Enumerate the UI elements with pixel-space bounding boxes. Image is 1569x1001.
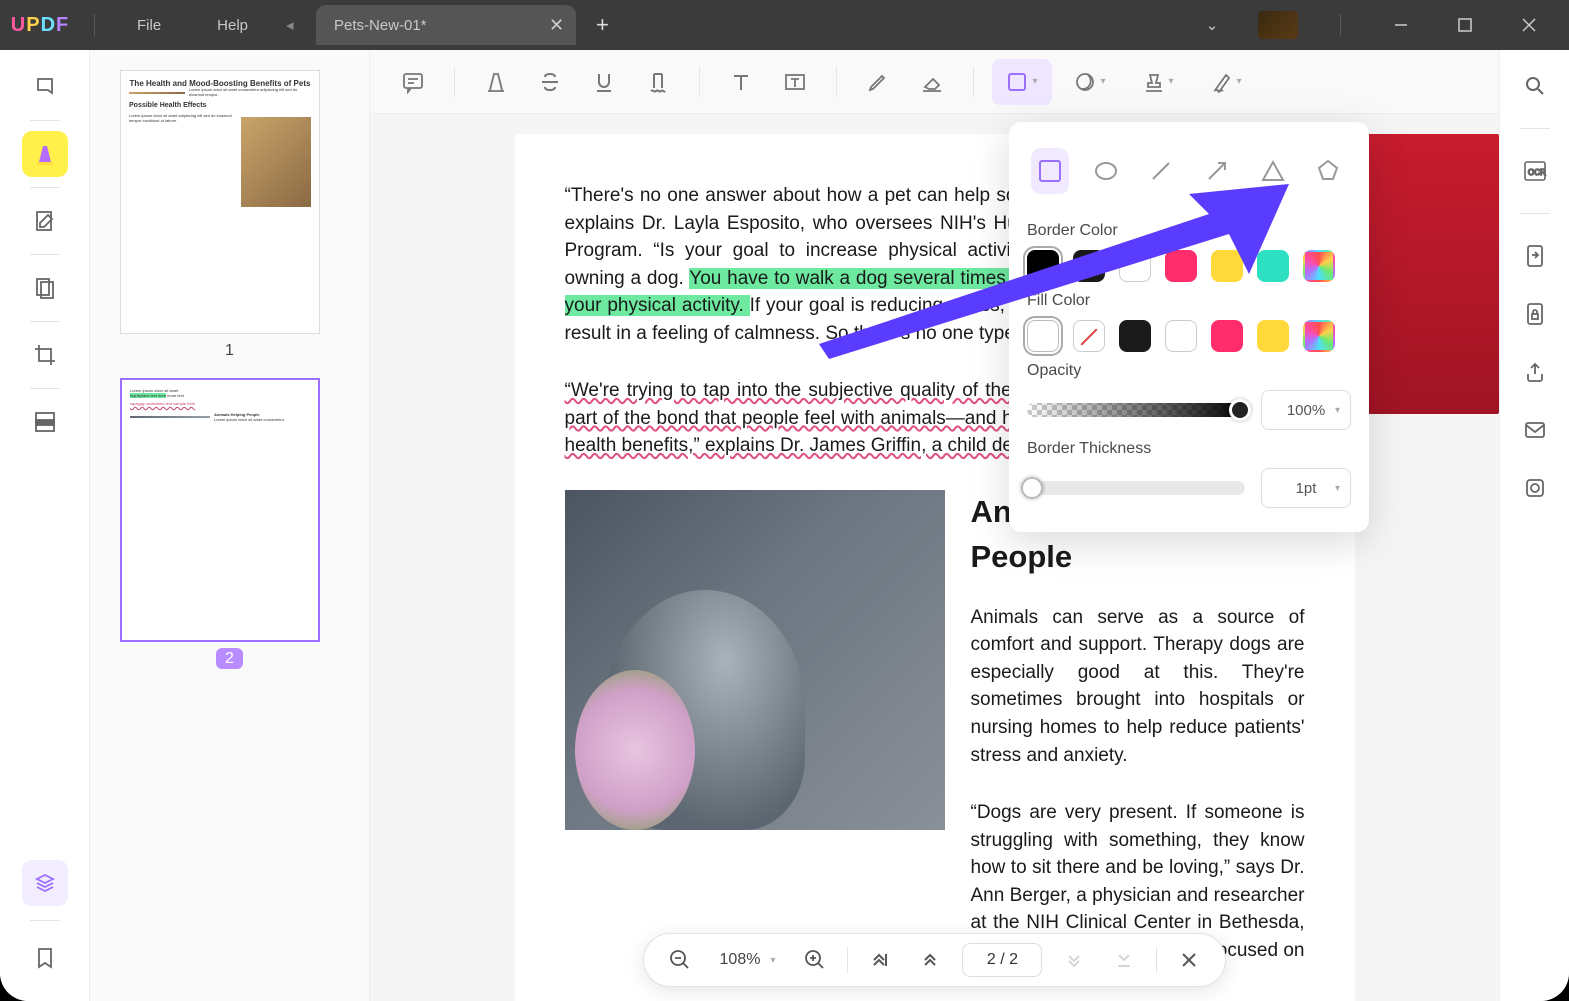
pencil-icon[interactable] — [855, 59, 901, 105]
close-tab-icon[interactable]: ✕ — [549, 15, 564, 36]
shapes-button[interactable] — [992, 59, 1052, 105]
body-text: Animals can serve as a source of comfort… — [971, 604, 1305, 769]
maximize-icon[interactable] — [1447, 7, 1483, 43]
document-tab[interactable]: ◂ Pets-New-01* ✕ — [316, 5, 576, 45]
search-icon[interactable] — [1515, 66, 1555, 106]
border-swatch-yellow[interactable] — [1211, 250, 1243, 282]
border-swatch-dark[interactable] — [1073, 250, 1105, 282]
organize-pages-icon[interactable] — [22, 265, 68, 311]
account-avatar[interactable] — [1258, 11, 1298, 39]
last-page-button[interactable] — [1106, 942, 1142, 978]
app-logo: UPDF — [0, 14, 80, 37]
redact-icon[interactable] — [22, 399, 68, 445]
page-number-2: 2 — [120, 650, 339, 668]
eraser-icon[interactable] — [909, 59, 955, 105]
zoom-value[interactable]: 108% — [712, 951, 784, 969]
border-swatch-white[interactable] — [1119, 250, 1151, 282]
new-tab-button[interactable]: + — [596, 12, 609, 38]
thumbnail-page-2[interactable]: Lorem ipsum dolor sit amet highlighted t… — [120, 378, 320, 642]
close-window-icon[interactable] — [1511, 7, 1547, 43]
titlebar: UPDF File Help ◂ Pets-New-01* ✕ + ⌄ — [0, 0, 1569, 50]
document-image-cat — [565, 490, 945, 830]
shape-oval[interactable] — [1087, 148, 1125, 194]
thumbnail-page-1[interactable]: The Health and Mood-Boosting Benefits of… — [120, 70, 320, 334]
text-icon[interactable] — [718, 59, 764, 105]
shapes-popup: Border Color Fill Color Opacity — [1009, 122, 1369, 532]
menu-file[interactable]: File — [109, 17, 189, 34]
shape-rectangle[interactable] — [1031, 148, 1069, 194]
reader-mode-icon[interactable] — [22, 64, 68, 110]
page-control-bar: 108% 2 / 2 — [643, 933, 1227, 987]
edit-mode-icon[interactable] — [22, 198, 68, 244]
layers-icon[interactable] — [22, 860, 68, 906]
print-icon[interactable] — [1515, 468, 1555, 508]
shape-triangle[interactable] — [1254, 148, 1292, 194]
fill-swatch-pink[interactable] — [1211, 320, 1243, 352]
fill-color-label: Fill Color — [1027, 292, 1351, 310]
note-icon[interactable] — [390, 59, 436, 105]
left-rail — [0, 50, 90, 1001]
fill-swatch-black[interactable] — [1119, 320, 1151, 352]
crop-icon[interactable] — [22, 332, 68, 378]
thumbnails-panel: The Health and Mood-Boosting Benefits of… — [90, 50, 370, 1001]
thickness-slider[interactable] — [1027, 481, 1245, 495]
zoom-in-button[interactable] — [797, 942, 833, 978]
page-number-1: 1 — [120, 342, 339, 360]
chevron-down-icon[interactable]: ⌄ — [1194, 7, 1230, 43]
border-color-label: Border Color — [1027, 222, 1351, 240]
menu-help[interactable]: Help — [189, 17, 276, 34]
border-swatch-pink[interactable] — [1165, 250, 1197, 282]
shape-polygon[interactable] — [1309, 148, 1347, 194]
stamp-button[interactable] — [1128, 59, 1188, 105]
shape-line[interactable] — [1142, 148, 1180, 194]
fill-swatch-white[interactable] — [1165, 320, 1197, 352]
strikethrough-icon[interactable] — [527, 59, 573, 105]
thickness-value[interactable]: 1pt — [1261, 468, 1351, 508]
first-page-button[interactable] — [862, 942, 898, 978]
textbox-icon[interactable] — [772, 59, 818, 105]
shape-arrow[interactable] — [1198, 148, 1236, 194]
fill-swatch-yellow[interactable] — [1257, 320, 1289, 352]
fill-swatch-none[interactable] — [1027, 320, 1059, 352]
next-page-button[interactable] — [1056, 942, 1092, 978]
fill-swatch-transparent[interactable] — [1073, 320, 1105, 352]
bookmark-icon[interactable] — [22, 935, 68, 981]
zoom-out-button[interactable] — [662, 942, 698, 978]
comment-mode-icon[interactable] — [22, 131, 68, 177]
svg-text:OCR: OCR — [1528, 168, 1546, 177]
signature-button[interactable] — [1196, 59, 1256, 105]
border-swatch-custom[interactable] — [1303, 250, 1335, 282]
fill-swatch-custom[interactable] — [1303, 320, 1335, 352]
highlight-icon[interactable] — [473, 59, 519, 105]
opacity-value[interactable]: 100% — [1261, 390, 1351, 430]
underline-icon[interactable] — [581, 59, 627, 105]
prev-page-button[interactable] — [912, 942, 948, 978]
opacity-slider[interactable] — [1027, 403, 1245, 417]
export-icon[interactable] — [1515, 236, 1555, 276]
border-swatch-teal[interactable] — [1257, 250, 1289, 282]
tab-title: Pets-New-01* — [334, 17, 427, 34]
right-rail: OCR — [1499, 50, 1569, 1001]
border-swatch-black[interactable] — [1027, 250, 1059, 282]
protect-icon[interactable] — [1515, 294, 1555, 334]
minimize-icon[interactable] — [1383, 7, 1419, 43]
share-icon[interactable] — [1515, 352, 1555, 392]
squiggly-icon[interactable] — [635, 59, 681, 105]
ocr-icon[interactable]: OCR — [1515, 151, 1555, 191]
close-bar-button[interactable] — [1171, 942, 1207, 978]
annotation-toolbar — [370, 50, 1499, 114]
thickness-label: Border Thickness — [1027, 440, 1351, 458]
sticker-button[interactable] — [1060, 59, 1120, 105]
page-input[interactable]: 2 / 2 — [962, 943, 1042, 977]
email-icon[interactable] — [1515, 410, 1555, 450]
opacity-label: Opacity — [1027, 362, 1351, 380]
